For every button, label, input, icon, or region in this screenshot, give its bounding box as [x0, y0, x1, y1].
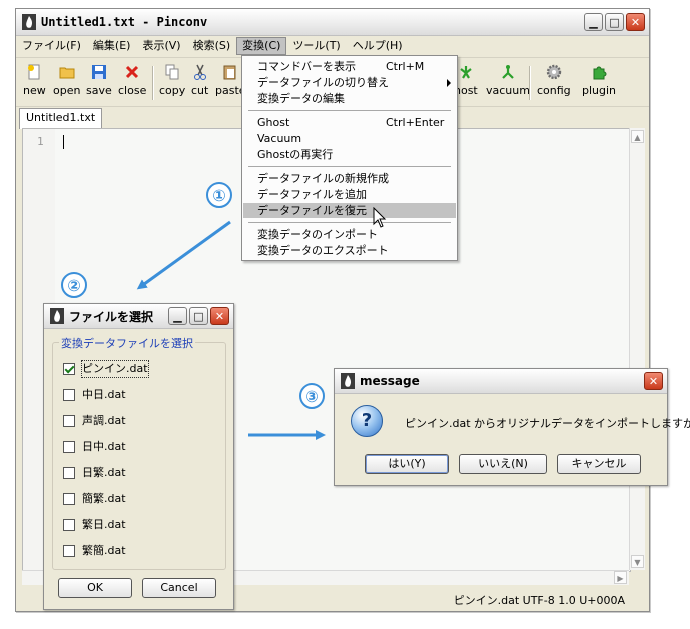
- cancel-button[interactable]: Cancel: [142, 578, 216, 598]
- message-dialog: message ✕ ? ピンイン.dat からオリジナルデータをインポートします…: [334, 368, 690, 486]
- maximize-icon: □: [193, 309, 204, 323]
- checkbox[interactable]: [63, 441, 75, 453]
- file-select-dialog: ファイルを選択 ▁ □ ✕ 変換データファイルを選択 ピンイン.dat 中日.d…: [43, 303, 234, 610]
- checkbox[interactable]: [63, 389, 75, 401]
- minimize-icon: ▁: [173, 309, 182, 323]
- file-label: 繁日.dat: [82, 518, 126, 531]
- no-button[interactable]: いいえ(N): [459, 454, 547, 474]
- file-label: ピンイン.dat: [81, 360, 149, 378]
- file-dialog-title-bar[interactable]: ファイルを選択 ▁ □ ✕: [44, 304, 233, 329]
- message-dialog-title-bar[interactable]: message ✕: [335, 369, 667, 394]
- checkbox[interactable]: [63, 493, 75, 505]
- message-dialog-title: message: [360, 374, 420, 388]
- arrow-to-file-dialog: [136, 220, 231, 290]
- checkbox[interactable]: [63, 519, 75, 531]
- file-label: 中日.dat: [82, 388, 126, 401]
- file-label: 繁簡.dat: [82, 544, 126, 557]
- close-button[interactable]: ✕: [644, 372, 663, 390]
- flame-app-icon: [341, 373, 355, 389]
- cancel-button[interactable]: キャンセル: [557, 454, 641, 474]
- message-text: ピンイン.dat からオリジナルデータをインポートしますか？: [405, 417, 690, 430]
- file-label: 日繁.dat: [82, 466, 126, 479]
- close-button[interactable]: ✕: [210, 307, 229, 325]
- checkbox[interactable]: [63, 415, 75, 427]
- yes-button[interactable]: はい(Y): [365, 454, 449, 474]
- group-label: 変換データファイルを選択: [59, 335, 195, 351]
- checkbox[interactable]: [63, 545, 75, 557]
- file-dialog-title: ファイルを選択: [69, 309, 154, 324]
- checkbox-checked[interactable]: [63, 363, 75, 375]
- checkbox[interactable]: [63, 467, 75, 479]
- close-icon: ✕: [648, 374, 659, 388]
- file-label: 簡繁.dat: [82, 492, 126, 505]
- question-icon: ?: [351, 405, 383, 437]
- maximize-button[interactable]: □: [189, 307, 208, 325]
- minimize-button[interactable]: ▁: [168, 307, 187, 325]
- file-label: 声調.dat: [82, 414, 126, 427]
- close-icon: ✕: [214, 309, 225, 323]
- file-label: 日中.dat: [82, 440, 126, 453]
- ok-button[interactable]: OK: [58, 578, 132, 598]
- flame-app-icon: [50, 308, 64, 324]
- file-groupbox: 変換データファイルを選択 ピンイン.dat 中日.dat 声調.dat 日中.d…: [52, 335, 226, 570]
